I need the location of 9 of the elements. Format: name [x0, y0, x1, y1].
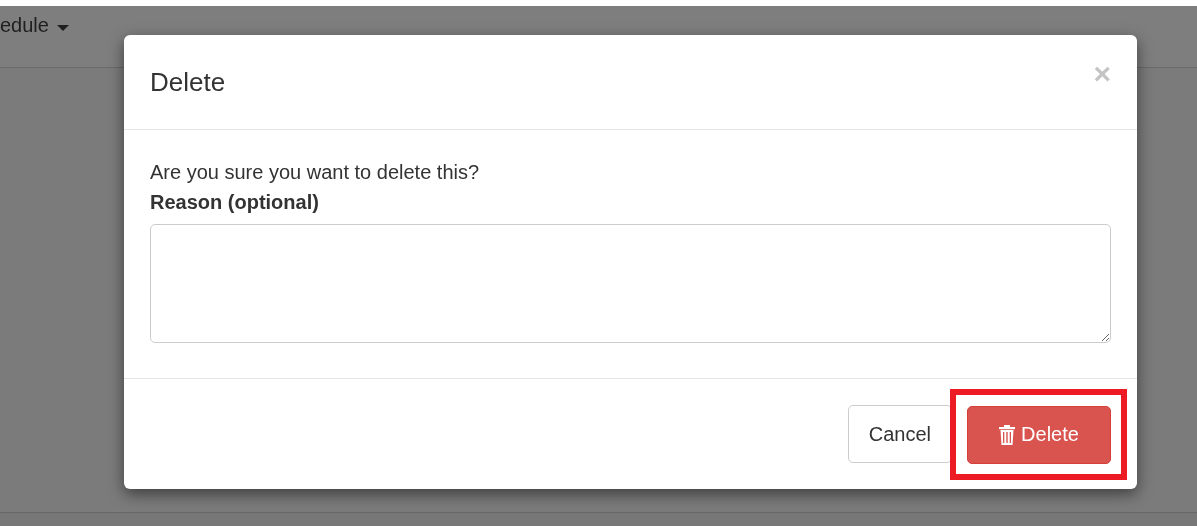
- schedule-menu[interactable]: edule: [0, 14, 49, 37]
- caret-icon: [56, 25, 69, 31]
- delete-button[interactable]: Delete: [967, 405, 1111, 464]
- cancel-button[interactable]: Cancel: [847, 405, 952, 463]
- reason-field[interactable]: [150, 224, 1111, 343]
- confirmation-message: Are you sure you want to delete this?: [150, 160, 481, 184]
- field-label: Reason (optional): [150, 190, 320, 214]
- dialog-title: Delete: [150, 67, 226, 98]
- trash-icon: [999, 424, 1016, 445]
